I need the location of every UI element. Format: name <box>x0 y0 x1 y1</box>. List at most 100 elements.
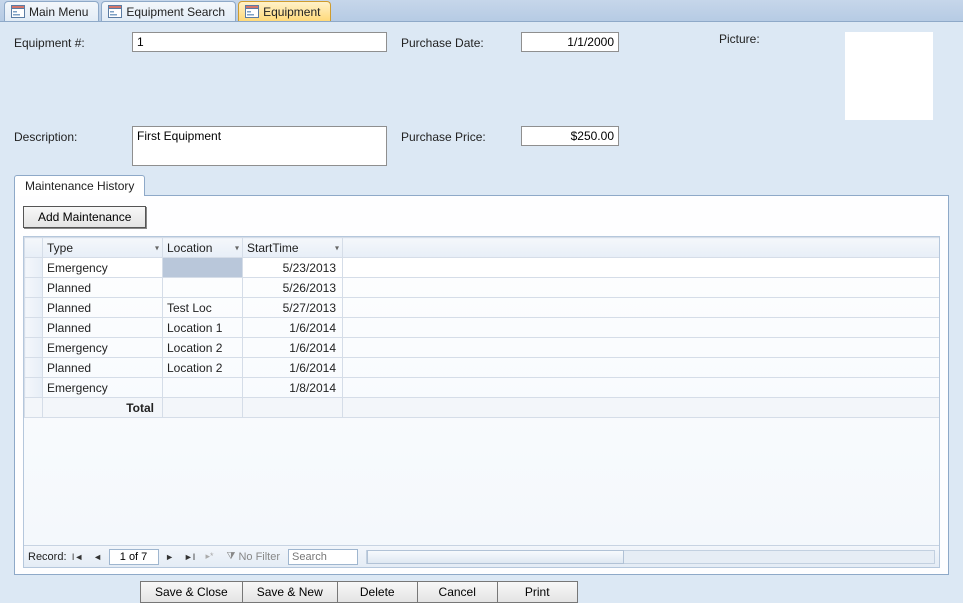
dropdown-icon[interactable]: ▾ <box>155 243 159 252</box>
cell-type[interactable]: Emergency <box>43 258 163 278</box>
tab-equipment-search[interactable]: Equipment Search <box>101 1 236 21</box>
table-row[interactable]: EmergencyLocation 21/6/2014 <box>25 338 940 358</box>
row-selector[interactable] <box>25 298 43 318</box>
cell-type[interactable]: Planned <box>43 318 163 338</box>
column-header-location[interactable]: Location ▾ <box>163 238 243 258</box>
row-selector[interactable] <box>25 258 43 278</box>
cell-location[interactable] <box>163 278 243 298</box>
maintenance-history-panel: Add Maintenance Type ▾ Location ▾ StartTim… <box>14 195 949 575</box>
tab-label: Main Menu <box>29 5 88 19</box>
column-header-type[interactable]: Type ▾ <box>43 238 163 258</box>
record-navigator: Record: I◄ ◄ ► ►I ▸* ⧩ No Filter <box>24 545 939 567</box>
grid-search-input[interactable] <box>288 549 358 565</box>
cell-type[interactable]: Emergency <box>43 338 163 358</box>
cell-location[interactable]: Location 1 <box>163 318 243 338</box>
tab-label: Equipment <box>263 5 320 19</box>
column-header-label: Type <box>47 241 73 255</box>
save-new-button[interactable]: Save & New <box>243 581 338 603</box>
cell-starttime[interactable]: 1/6/2014 <box>243 318 343 338</box>
picture-box[interactable] <box>845 32 933 120</box>
form-action-bar: Save & Close Save & New Delete Cancel Pr… <box>140 581 963 603</box>
nav-prev-icon[interactable]: ◄ <box>89 549 107 565</box>
cell-filler <box>343 318 940 338</box>
cell-location[interactable]: Test Loc <box>163 298 243 318</box>
nav-next-icon[interactable]: ► <box>161 549 179 565</box>
cell-type[interactable]: Planned <box>43 358 163 378</box>
cell-empty <box>163 398 243 418</box>
cell-starttime[interactable]: 5/26/2013 <box>243 278 343 298</box>
row-selector[interactable] <box>25 278 43 298</box>
tab-equipment[interactable]: Equipment <box>238 1 331 21</box>
table-row[interactable]: PlannedLocation 21/6/2014 <box>25 358 940 378</box>
equipment-number-label: Equipment #: <box>14 32 132 50</box>
row-selector[interactable] <box>25 338 43 358</box>
cell-location[interactable] <box>163 378 243 398</box>
tab-main-menu[interactable]: Main Menu <box>4 1 99 21</box>
row-selector[interactable] <box>25 358 43 378</box>
row-selector <box>25 398 43 418</box>
add-maintenance-button[interactable]: Add Maintenance <box>23 206 146 228</box>
select-all-corner[interactable] <box>25 238 43 258</box>
cell-filler <box>343 338 940 358</box>
table-row[interactable]: PlannedLocation 11/6/2014 <box>25 318 940 338</box>
table-row[interactable]: PlannedTest Loc5/27/2013 <box>25 298 940 318</box>
grid-scroll-area[interactable]: Type ▾ Location ▾ StartTime ▾ Emergency 5/23… <box>24 237 939 545</box>
form-icon <box>245 5 259 18</box>
description-label: Description: <box>14 126 132 144</box>
document-tab-strip: Main Menu Equipment Search Equipment <box>0 0 963 22</box>
delete-button[interactable]: Delete <box>338 581 418 603</box>
cell-type[interactable]: Planned <box>43 278 163 298</box>
column-header-starttime[interactable]: StartTime ▾ <box>243 238 343 258</box>
purchase-date-field[interactable] <box>521 32 619 52</box>
maintenance-grid: Type ▾ Location ▾ StartTime ▾ Emergency 5/23… <box>23 236 940 568</box>
row-selector[interactable] <box>25 318 43 338</box>
picture-label: Picture: <box>719 32 837 46</box>
column-header-label: StartTime <box>247 241 299 255</box>
cell-location[interactable]: Location 2 <box>163 358 243 378</box>
cell-starttime[interactable]: 1/6/2014 <box>243 338 343 358</box>
column-filler <box>343 238 940 258</box>
purchase-price-label: Purchase Price: <box>401 126 521 144</box>
cell-location[interactable]: Location 2 <box>163 338 243 358</box>
cell-filler <box>343 258 940 278</box>
equipment-form: Equipment #: Purchase Date: Picture: Des… <box>0 22 963 170</box>
total-label: Total <box>43 398 163 418</box>
cell-starttime[interactable]: 5/23/2013 <box>243 258 343 278</box>
dropdown-icon[interactable]: ▾ <box>335 243 339 252</box>
cell-starttime[interactable]: 5/27/2013 <box>243 298 343 318</box>
cell-location[interactable] <box>163 258 243 278</box>
nav-new-icon[interactable]: ▸* <box>201 549 219 565</box>
table-row[interactable]: Emergency 5/23/2013 <box>25 258 940 278</box>
filter-icon: ⧩ <box>227 551 236 562</box>
table-row[interactable]: Planned 5/26/2013 <box>25 278 940 298</box>
cell-starttime[interactable]: 1/8/2014 <box>243 378 343 398</box>
cell-filler <box>343 398 940 418</box>
cell-filler <box>343 298 940 318</box>
cell-starttime[interactable]: 1/6/2014 <box>243 358 343 378</box>
purchase-price-field[interactable] <box>521 126 619 146</box>
description-field[interactable] <box>132 126 387 166</box>
cancel-button[interactable]: Cancel <box>418 581 498 603</box>
cell-filler <box>343 278 940 298</box>
cell-type[interactable]: Planned <box>43 298 163 318</box>
purchase-date-label: Purchase Date: <box>401 32 521 50</box>
nav-first-icon[interactable]: I◄ <box>69 549 87 565</box>
save-close-button[interactable]: Save & Close <box>140 581 243 603</box>
nav-last-icon[interactable]: ►I <box>181 549 199 565</box>
row-selector[interactable] <box>25 378 43 398</box>
column-header-label: Location <box>167 241 212 255</box>
table-row[interactable]: Emergency 1/8/2014 <box>25 378 940 398</box>
form-icon <box>11 5 25 18</box>
cell-type[interactable]: Emergency <box>43 378 163 398</box>
equipment-number-field[interactable] <box>132 32 387 52</box>
record-position-field[interactable] <box>109 549 159 565</box>
print-button[interactable]: Print <box>498 581 578 603</box>
tab-maintenance-history[interactable]: Maintenance History <box>14 175 145 196</box>
horizontal-scrollbar[interactable] <box>366 550 935 564</box>
no-filter-label: No Filter <box>238 551 280 563</box>
dropdown-icon[interactable]: ▾ <box>235 243 239 252</box>
record-label: Record: <box>28 551 67 563</box>
cell-empty <box>243 398 343 418</box>
cell-filler <box>343 358 940 378</box>
no-filter-indicator[interactable]: ⧩ No Filter <box>227 551 280 563</box>
